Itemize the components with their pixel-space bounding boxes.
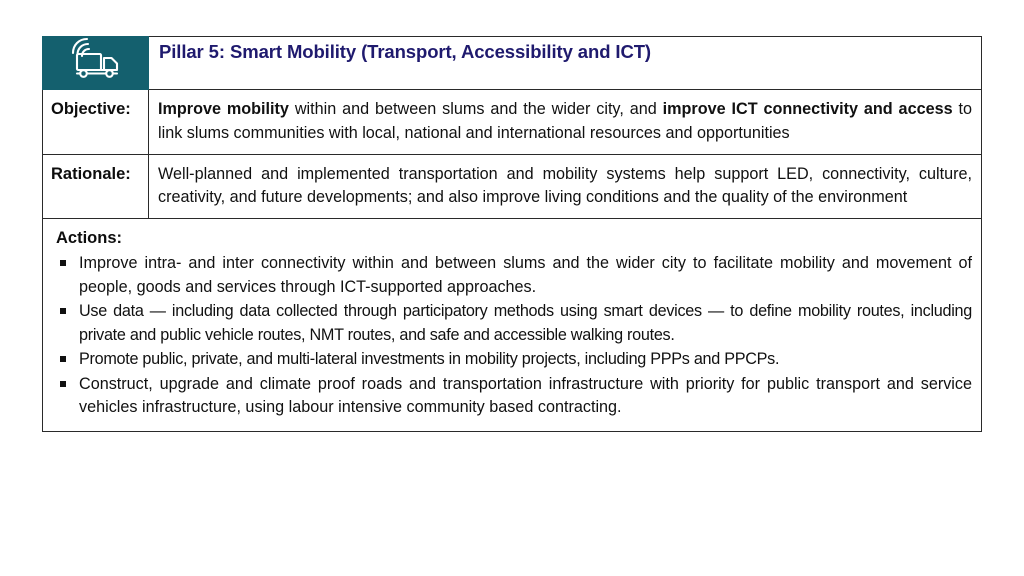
action-item: Improve intra- and inter connectivity wi…	[54, 252, 972, 300]
rationale-label: Rationale:	[51, 164, 131, 183]
slide-canvas: Pillar 5: Smart Mobility (Transport, Acc…	[0, 0, 1024, 576]
pillar-icon-cell	[42, 36, 149, 90]
actions-list: Improve intra- and inter connectivity wi…	[54, 252, 972, 420]
action-item: Construct, upgrade and climate proof roa…	[54, 373, 972, 421]
objective-row: Objective: Improve mobility within and b…	[42, 89, 982, 155]
rationale-label-cell: Rationale:	[42, 153, 149, 220]
bullet-square-icon	[60, 380, 66, 387]
page-title: Pillar 5: Smart Mobility (Transport, Acc…	[159, 41, 651, 62]
bullet-square-icon	[60, 308, 66, 315]
bullet-square-icon	[60, 356, 66, 363]
actions-cell: Actions: Improve intra- and inter connec…	[42, 218, 982, 432]
rationale-text: Well-planned and implemented transportat…	[158, 164, 972, 207]
pillar-table: Pillar 5: Smart Mobility (Transport, Acc…	[42, 36, 982, 432]
action-item-text: Use data — including data collected thro…	[79, 302, 972, 344]
objective-text-cell: Improve mobility within and between slum…	[148, 89, 982, 155]
objective-label-cell: Objective:	[42, 89, 149, 155]
actions-row: Actions: Improve intra- and inter connec…	[42, 218, 982, 432]
rationale-row: Rationale: Well-planned and implemented …	[42, 153, 982, 220]
action-item: Use data — including data collected thro…	[54, 300, 972, 348]
bullet-square-icon	[60, 260, 66, 266]
action-item-text: Promote public, private, and multi-later…	[79, 350, 780, 369]
rationale-text-cell: Well-planned and implemented transportat…	[148, 153, 982, 220]
truck-wifi-icon	[43, 37, 148, 81]
action-item-text: Improve intra- and inter connectivity wi…	[79, 254, 972, 296]
objective-text: Improve mobility within and between slum…	[158, 100, 972, 142]
action-item: Promote public, private, and multi-later…	[54, 348, 972, 372]
action-item-text: Construct, upgrade and climate proof roa…	[79, 374, 972, 417]
pillar-title-cell: Pillar 5: Smart Mobility (Transport, Acc…	[148, 36, 982, 90]
table-header-row: Pillar 5: Smart Mobility (Transport, Acc…	[42, 36, 982, 90]
objective-label: Objective:	[51, 100, 131, 118]
actions-heading: Actions:	[56, 229, 122, 248]
